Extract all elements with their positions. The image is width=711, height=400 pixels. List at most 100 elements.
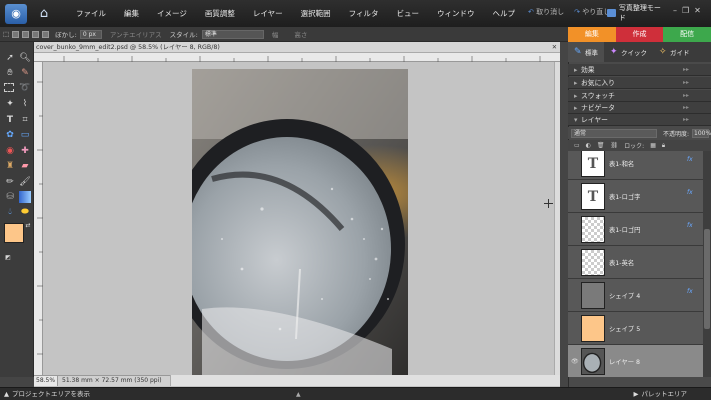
width-field[interactable]: 幅 (272, 29, 279, 39)
app-logo-icon[interactable]: ◉ (5, 3, 27, 24)
scrollbar-thumb[interactable] (704, 229, 710, 329)
menu-layer[interactable]: レイヤー (244, 0, 292, 27)
tab-create[interactable]: 作成 (615, 27, 664, 42)
default-colors-icon[interactable]: ◩ (2, 252, 14, 264)
move-tool-icon[interactable]: ➚ (4, 52, 16, 64)
visibility-icon[interactable] (571, 259, 579, 265)
sponge-tool-icon[interactable]: ⬬ (19, 206, 31, 218)
gradient-tool-icon[interactable] (19, 191, 31, 203)
visibility-icon[interactable] (571, 193, 579, 199)
tab-full-edit[interactable]: ✎ 標準 (568, 42, 604, 62)
visibility-icon[interactable] (571, 226, 579, 232)
palette-bin-toggle[interactable]: ▶ パレットエリア (634, 388, 688, 400)
blend-mode-select[interactable]: 通常 (571, 128, 657, 138)
red-eye-tool-icon[interactable]: ◉ (4, 145, 16, 157)
new-selection-icon[interactable] (12, 30, 20, 38)
panel-swatches[interactable]: ▸ スウォッチ ▸▸ (568, 90, 711, 102)
panel-effects[interactable]: ▸ 効果 ▸▸ (568, 64, 711, 76)
marquee-tool-icon[interactable] (4, 83, 14, 92)
layer-row[interactable]: シェイプ 5 (568, 312, 703, 345)
panel-layers[interactable]: ▾ レイヤー ▸▸ (568, 114, 711, 126)
foreground-color-swatch[interactable] (4, 223, 24, 243)
project-bin-toggle[interactable]: ▲ プロジェクトエリアを表示 (4, 388, 90, 400)
layer-row[interactable]: シェイプ 4 fx (568, 279, 703, 312)
restore-icon[interactable]: ❐ (682, 6, 689, 15)
blur-tool-icon[interactable]: 💧︎ (4, 206, 16, 218)
clone-stamp-tool-icon[interactable]: ♜ (4, 160, 16, 172)
layer-style-icon[interactable]: fx (687, 156, 693, 163)
layer-style-icon[interactable]: fx (687, 189, 693, 196)
intersect-selection-icon[interactable] (42, 30, 50, 38)
menu-edit[interactable]: 編集 (115, 0, 148, 27)
document-tab[interactable]: cover_bunko_9mm_edit2.psd @ 58.5% (レイヤー … (34, 42, 560, 53)
tab-guided[interactable]: ✧ ガイド (653, 42, 696, 62)
zoom-tool-icon[interactable]: 🔍︎ (19, 52, 31, 64)
adjustment-layer-icon[interactable]: ◐ (586, 142, 591, 149)
new-layer-icon[interactable]: ▭ (574, 142, 580, 149)
pencil-tool-icon[interactable]: ✏︎ (4, 176, 16, 188)
layer-row[interactable]: T 表1-ロゴ字 fx (568, 180, 703, 213)
brush-tool-icon[interactable]: 🖌︎ (19, 176, 31, 188)
lasso-tool-icon[interactable]: ➰ (19, 82, 31, 94)
visibility-icon[interactable] (571, 160, 579, 166)
menu-enhance[interactable]: 画質調整 (196, 0, 244, 27)
menu-file[interactable]: ファイル (67, 0, 115, 27)
menu-image[interactable]: イメージ (148, 0, 196, 27)
panel-grip-icon[interactable]: ▸▸ (683, 102, 689, 114)
minimize-icon[interactable]: – (673, 6, 677, 15)
organizer-button[interactable]: 写真整理モード (607, 4, 667, 22)
menu-filter[interactable]: フィルタ (340, 0, 388, 27)
document-close-icon[interactable]: ✕ (552, 42, 557, 53)
swap-colors-icon[interactable]: ⇄ (22, 220, 34, 232)
panel-navigator[interactable]: ▸ ナビゲータ ▸▸ (568, 102, 711, 114)
document-vertical-scrollbar[interactable] (554, 62, 560, 375)
layer-row-selected[interactable]: 👁︎ レイヤー 8 (568, 345, 703, 377)
type-tool-icon[interactable]: T (4, 114, 16, 126)
crop-tool-icon[interactable]: ⌗ (19, 114, 31, 126)
panel-grip-icon[interactable]: ▸▸ (683, 77, 689, 89)
style-select[interactable]: 標準 (201, 29, 264, 39)
menu-window[interactable]: ウィンドウ (428, 0, 484, 27)
panel-grip-icon[interactable]: ▸▸ (683, 90, 689, 102)
eyedropper-tool-icon[interactable]: ✎ (19, 67, 31, 79)
tab-quick[interactable]: ✦ クイック (604, 42, 653, 62)
visibility-icon[interactable]: 👁︎ (571, 358, 579, 365)
layer-list-scrollbar[interactable] (703, 151, 711, 377)
selection-brush-tool-icon[interactable]: ⌇ (19, 98, 31, 110)
panel-grip-icon[interactable]: ▸▸ (683, 64, 689, 76)
add-selection-icon[interactable] (22, 30, 30, 38)
undo-button[interactable]: ↶ 取り消し (528, 7, 564, 17)
tab-share[interactable]: 配信 (663, 27, 711, 42)
feather-input[interactable]: 0 px (79, 29, 102, 39)
hand-tool-icon[interactable]: ✋︎ (4, 67, 16, 79)
delete-layer-icon[interactable]: 🗑︎ (597, 142, 605, 149)
straighten-tool-icon[interactable]: ▭ (19, 129, 31, 141)
marquee-tool-options-icon[interactable]: ⬚ (3, 30, 9, 38)
tab-edit[interactable]: 編集 (568, 27, 616, 42)
link-layers-icon[interactable]: ⛓︎ (611, 142, 619, 149)
subtract-selection-icon[interactable] (32, 30, 40, 38)
height-field[interactable]: 高さ (294, 29, 307, 39)
layer-style-icon[interactable]: fx (687, 288, 693, 295)
paint-bucket-tool-icon[interactable]: ⛁ (4, 191, 16, 203)
layer-row[interactable]: 表1-ロゴ円 fx (568, 213, 703, 246)
healing-brush-tool-icon[interactable]: ✚ (19, 145, 31, 157)
eraser-tool-icon[interactable]: ▰ (19, 160, 31, 172)
menu-help[interactable]: ヘルプ (484, 0, 525, 27)
document-canvas-image[interactable] (192, 69, 408, 375)
cookie-cutter-tool-icon[interactable]: ✿ (4, 129, 16, 141)
layer-row[interactable]: T 表1-和名 fx (568, 151, 703, 180)
panel-grip-icon[interactable]: ▸▸ (683, 114, 689, 126)
zoom-field[interactable]: 58.5% (34, 376, 58, 386)
document-horizontal-scrollbar[interactable] (170, 375, 560, 386)
layer-style-icon[interactable]: fx (687, 222, 693, 229)
redo-button[interactable]: ↷ やり直し (574, 7, 610, 17)
lock-all-icon[interactable]: 🔒︎ (662, 142, 665, 150)
antialias-checkbox[interactable]: アンチエイリアス (110, 29, 162, 39)
menu-select[interactable]: 選択範囲 (292, 0, 340, 27)
panel-favorites[interactable]: ▸ お気に入り ▸▸ (568, 77, 711, 89)
layer-row[interactable]: 表1-英名 (568, 246, 703, 279)
collapse-arrow-icon[interactable]: ▲ (296, 389, 301, 400)
close-icon[interactable]: ✕ (694, 6, 701, 15)
magic-wand-tool-icon[interactable]: ✦ (4, 98, 16, 110)
